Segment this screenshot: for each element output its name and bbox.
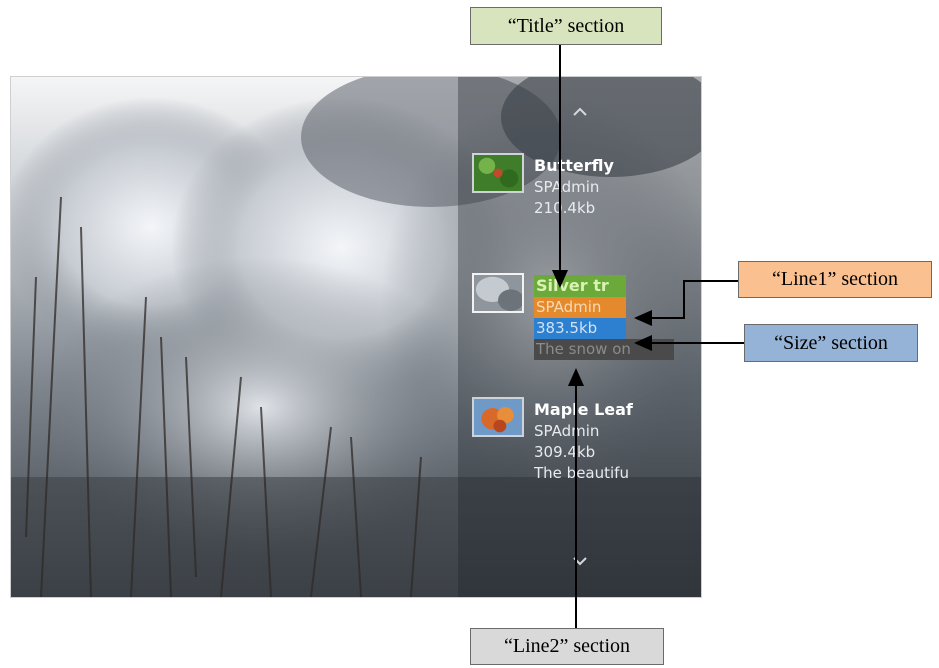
item-title: Butterfly — [534, 156, 614, 175]
item-line1: SPAdmin — [534, 422, 600, 440]
item-line1: SPAdmin — [534, 178, 600, 196]
scroll-up-button[interactable] — [568, 103, 592, 119]
item-line2-highlight: The snow on — [534, 339, 674, 360]
chevron-down-icon — [573, 557, 587, 566]
size-section-callout: “Size” section — [744, 324, 918, 362]
item-size: 210.4kb — [534, 199, 596, 217]
item-title-highlight: Silver tr — [534, 275, 626, 297]
chevron-up-icon — [573, 107, 587, 116]
line2-section-callout: “Line2” section — [470, 628, 664, 665]
butterfly-thumbnail[interactable] — [472, 153, 524, 193]
item-line1-highlight: SPAdmin — [534, 297, 626, 318]
thumbnail-panel: Butterfly SPAdmin 210.4kb Silver tr SPAd… — [458, 77, 701, 597]
silver-tree-thumbnail[interactable] — [472, 273, 524, 313]
picture-slider: Butterfly SPAdmin 210.4kb Silver tr SPAd… — [10, 76, 702, 598]
item-line2: The beautifu — [534, 464, 629, 482]
item-size-highlight: 383.5kb — [534, 318, 626, 339]
scroll-down-button[interactable] — [568, 553, 592, 569]
title-section-callout: “Title” section — [470, 7, 662, 45]
item-size: 309.4kb — [534, 443, 596, 461]
item-title: Maple Leaf — [534, 400, 633, 419]
maple-leaf-thumbnail[interactable] — [472, 397, 524, 437]
line1-section-callout: “Line1” section — [738, 261, 932, 298]
